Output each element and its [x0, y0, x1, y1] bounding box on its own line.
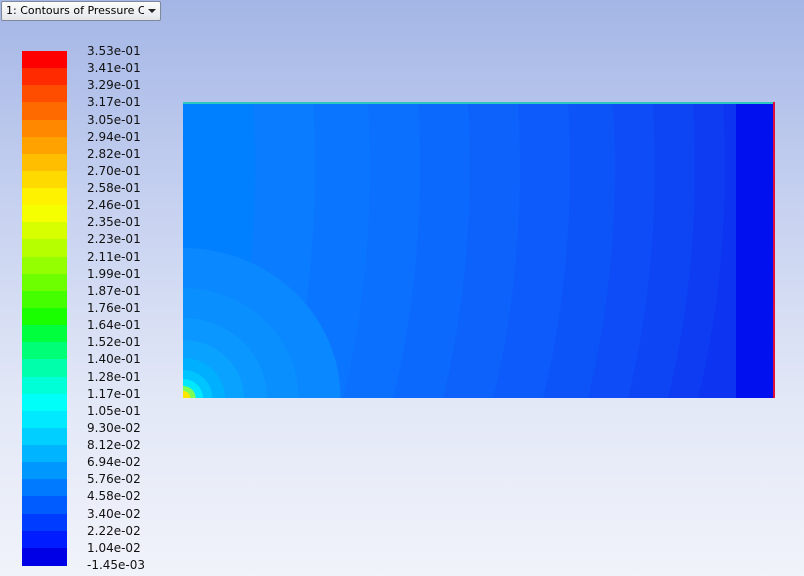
colorbar-band: [22, 170, 67, 189]
colorbar-band: [22, 359, 67, 378]
chevron-down-icon[interactable]: [148, 9, 156, 13]
legend-value-label: 3.53e-01: [87, 44, 141, 58]
colorbar-band: [22, 222, 67, 241]
colorbar-band: [22, 308, 67, 326]
legend-value-label: 2.22e-02: [87, 523, 141, 538]
colorbar-band: [22, 153, 67, 172]
colorbar-band: [22, 273, 67, 292]
legend-value-label: 1.52e-01: [87, 335, 141, 350]
colorbar-band: [22, 136, 67, 155]
colorbar-band: [22, 462, 67, 480]
legend-value-label: 4.58e-02: [87, 489, 141, 504]
colorbar-band: [22, 68, 67, 86]
legend-value-label: 2.58e-01: [87, 181, 141, 196]
colorbar-band: [22, 496, 67, 515]
colorbar-band: [22, 205, 67, 223]
legend-value-label: 1.87e-01: [87, 283, 141, 298]
legend-value-label: 3.29e-01: [87, 78, 141, 93]
colorbar-band: [22, 119, 67, 138]
legend-value-label: 2.46e-01: [87, 198, 141, 213]
contour-plot-domain[interactable]: [183, 102, 775, 398]
legend-value-label: 2.35e-01: [87, 215, 141, 230]
legend-value-label: 1.04e-02: [87, 540, 141, 555]
colorbar-band: [22, 445, 67, 463]
view-selector-label: 1: Contours of Pressure Coef: [6, 4, 144, 17]
colorbar-band: [22, 547, 67, 566]
colorbar-band: [22, 85, 67, 103]
legend-value-label: 2.23e-01: [87, 232, 141, 247]
legend-value-label: 1.17e-01: [87, 386, 141, 401]
legend-value-label: 1.99e-01: [87, 266, 141, 281]
legend-value-label: 3.05e-01: [87, 112, 141, 127]
legend-value-label: 6.94e-02: [87, 455, 141, 470]
colorbar-band: [22, 513, 67, 532]
legend-value-label: 1.40e-01: [87, 352, 141, 367]
legend-value-label: 3.17e-01: [87, 95, 141, 110]
legend-value-label: 2.70e-01: [87, 163, 141, 178]
colorbar-band: [22, 376, 67, 395]
colorbar-band: [22, 290, 67, 309]
top-wall-edge: [183, 102, 775, 104]
legend-value-label: 8.12e-02: [87, 438, 141, 453]
legend-value-label: 1.28e-01: [87, 369, 141, 384]
colorbar-band: [22, 325, 67, 343]
colorbar-band: [22, 479, 67, 498]
legend-value-label: 2.94e-01: [87, 129, 141, 144]
legend-value-label: 2.11e-01: [87, 249, 141, 264]
legend-value-label: 3.40e-02: [87, 506, 141, 521]
outlet-region: [736, 102, 775, 398]
colorbar-band: [22, 530, 67, 549]
legend-value-label: 2.82e-01: [87, 146, 141, 161]
colorbar-band: [22, 427, 67, 446]
colorbar-band: [22, 410, 67, 429]
colorbar-band: [22, 393, 67, 412]
legend-value-label: 9.30e-02: [87, 420, 141, 435]
view-selector-dropdown[interactable]: 1: Contours of Pressure Coef: [1, 1, 161, 21]
legend-value-label: 5.76e-02: [87, 472, 141, 487]
colorbar-band: [22, 51, 67, 69]
colorbar-band: [22, 342, 67, 360]
colormap-legend-bar: [22, 51, 67, 566]
outlet-edge: [773, 102, 775, 398]
colorbar-band: [22, 239, 67, 258]
legend-value-label: 1.05e-01: [87, 403, 141, 418]
colorbar-band: [22, 188, 67, 206]
legend-value-label: 1.76e-01: [87, 301, 141, 315]
colorbar-band: [22, 102, 67, 121]
legend-value-label: 1.64e-01: [87, 318, 141, 333]
pressure-coefficient-contours: [183, 102, 775, 398]
legend-value-label: -1.45e-03: [87, 558, 146, 572]
colorbar-band: [22, 256, 67, 275]
legend-value-label: 3.41e-01: [87, 61, 141, 76]
